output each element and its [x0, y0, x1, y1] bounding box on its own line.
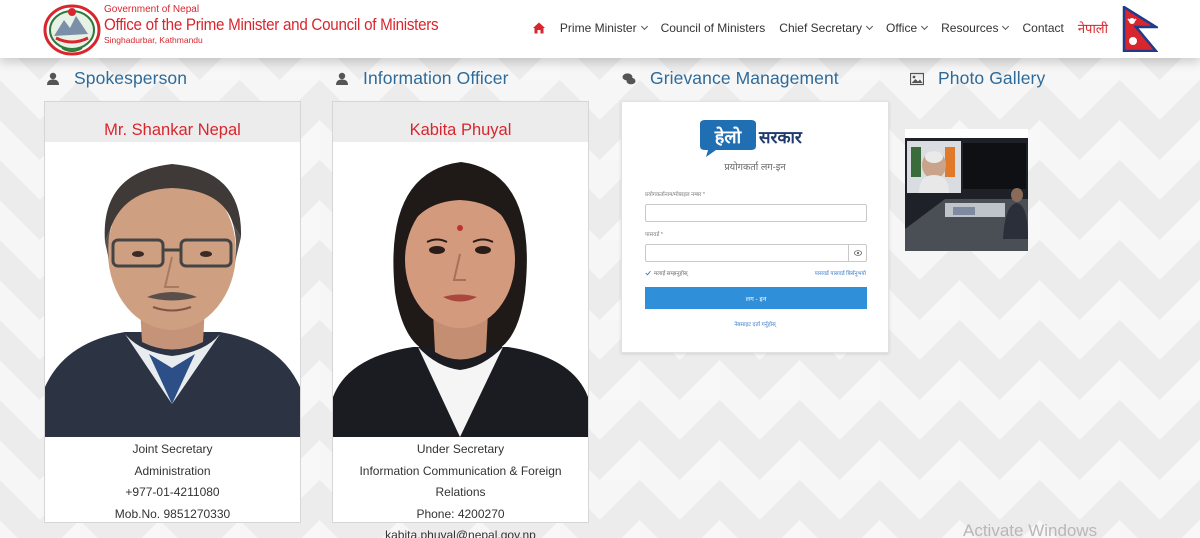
login-button[interactable]: लग - इन: [645, 287, 867, 309]
spokesperson-mobile: Mob.No. 9851270330: [114, 506, 231, 521]
nav-council-of-ministers[interactable]: Council of Ministers: [661, 21, 766, 35]
site-header: Government of Nepal Office of the Prime …: [0, 0, 1200, 58]
nav-home[interactable]: [532, 21, 546, 35]
picture-icon: [910, 72, 924, 85]
nepal-emblem-logo[interactable]: [42, 2, 102, 56]
hello-logo-right: सरकार: [758, 128, 803, 148]
activate-windows-watermark: Activate Windows: [963, 521, 1098, 538]
spokesperson-card: Mr. Shankar Nepal Joint Secretary Admini…: [44, 101, 301, 523]
hello-sarkar-logo[interactable]: हेलो सरकार: [696, 120, 818, 158]
grievance-login-panel: हेलो सरकार प्रयोगकर्ता लग-इन प्रयोगकर्ता…: [621, 101, 889, 353]
information-officer-name: Kabita Phuyal: [409, 121, 512, 139]
information-officer-title: Information Officer: [363, 68, 509, 88]
nav-resources[interactable]: Resources: [941, 21, 1010, 35]
nav-office[interactable]: Office: [886, 21, 929, 35]
office-location: Singhadurbar, Kathmandu: [104, 34, 203, 45]
login-subtitle: प्रयोगकर्ता लग-इन: [724, 162, 786, 173]
information-officer-heading: Information Officer: [335, 68, 509, 89]
spokesperson-name-bar: Mr. Shankar Nepal: [45, 102, 300, 142]
spokesperson-division: Administration: [134, 463, 211, 478]
nav-prime-minister-label: Prime Minister: [559, 21, 637, 35]
information-officer-phone: Phone: 4200270: [416, 506, 505, 521]
password-label: पासवर्ड *: [645, 232, 663, 238]
spokesperson-name: Mr. Shankar Nepal: [104, 121, 241, 139]
password-input[interactable]: [645, 244, 867, 262]
register-link[interactable]: नेबसाइट दर्ता गर्नुहोस्: [622, 320, 888, 328]
information-officer-position: Under Secretary: [416, 442, 505, 456]
nav-council-of-ministers-label: Council of Ministers: [660, 21, 766, 35]
information-officer-info: Under Secretary Information Communicatio…: [333, 437, 588, 538]
information-officer-email[interactable]: kabita.phuyal@nepal.gov.np: [333, 525, 588, 538]
user-icon: [336, 72, 348, 85]
government-label: Government of Nepal: [104, 4, 200, 15]
remember-me-checkbox[interactable]: मलाई सम्झनुहोस्: [645, 269, 688, 277]
nav-contact[interactable]: Contact: [1022, 21, 1063, 35]
information-officer-name-bar: Kabita Phuyal: [333, 102, 588, 142]
nepal-flag: [1122, 6, 1158, 52]
chevron-down-icon: [640, 22, 648, 31]
spokesperson-info: Joint Secretary Administration +977-01-4…: [45, 437, 300, 525]
spokesperson-phone: +977-01-4211080: [125, 485, 220, 499]
spokesperson-position: Joint Secretary: [132, 442, 213, 456]
grievance-heading: Grievance Management: [622, 68, 839, 89]
user-icon: [47, 72, 59, 85]
spokesperson-heading: Spokesperson: [46, 68, 187, 89]
gallery-thumbnail[interactable]: [905, 129, 1028, 251]
photo-gallery-heading: Photo Gallery: [910, 68, 1045, 89]
remember-me-label: मलाई सम्झनुहोस्: [654, 271, 688, 277]
information-officer-card: Kabita Phuyal Under Secretary Informatio…: [332, 101, 589, 538]
nav-office-label: Office: [886, 21, 918, 35]
forgot-password-link[interactable]: पासवर्ड पासवर्ड बिर्सनुभयो: [815, 269, 866, 277]
photo-gallery-title[interactable]: Photo Gallery: [938, 68, 1045, 89]
nav-prime-minister[interactable]: Prime Minister: [559, 21, 648, 35]
chevron-down-icon: [1002, 22, 1010, 31]
nav-contact-label: Contact: [1022, 21, 1064, 35]
spokesperson-photo: [45, 142, 300, 437]
nav-chief-secretary-label: Chief Secretary: [779, 21, 862, 35]
username-label: प्रयोगकर्तानाम/मोबाइल नम्बर *: [645, 192, 706, 198]
show-password-toggle[interactable]: [848, 245, 866, 261]
information-officer-photo: [333, 142, 588, 437]
username-input[interactable]: [645, 204, 867, 222]
comments-icon: [622, 72, 636, 84]
check-icon: [645, 270, 651, 276]
spokesperson-title: Spokesperson: [74, 68, 188, 88]
home-icon: [532, 22, 545, 34]
chevron-down-icon: [921, 22, 929, 31]
grievance-title: Grievance Management: [650, 68, 839, 88]
information-officer-division: Information Communication & Foreign Rela…: [359, 463, 562, 500]
chevron-down-icon: [865, 22, 874, 31]
hello-logo-left: हेलो: [714, 126, 743, 148]
nav-chief-secretary[interactable]: Chief Secretary: [779, 21, 874, 35]
main-nav: Prime Minister Council of Ministers Chie…: [532, 19, 1108, 37]
office-title: Office of the Prime Minister and Council…: [104, 16, 439, 34]
eye-icon: [853, 250, 862, 256]
nav-resources-label: Resources: [941, 21, 999, 35]
office-brand[interactable]: Government of Nepal Office of the Prime …: [104, 5, 467, 44]
language-toggle[interactable]: नेपाली: [1078, 19, 1108, 37]
